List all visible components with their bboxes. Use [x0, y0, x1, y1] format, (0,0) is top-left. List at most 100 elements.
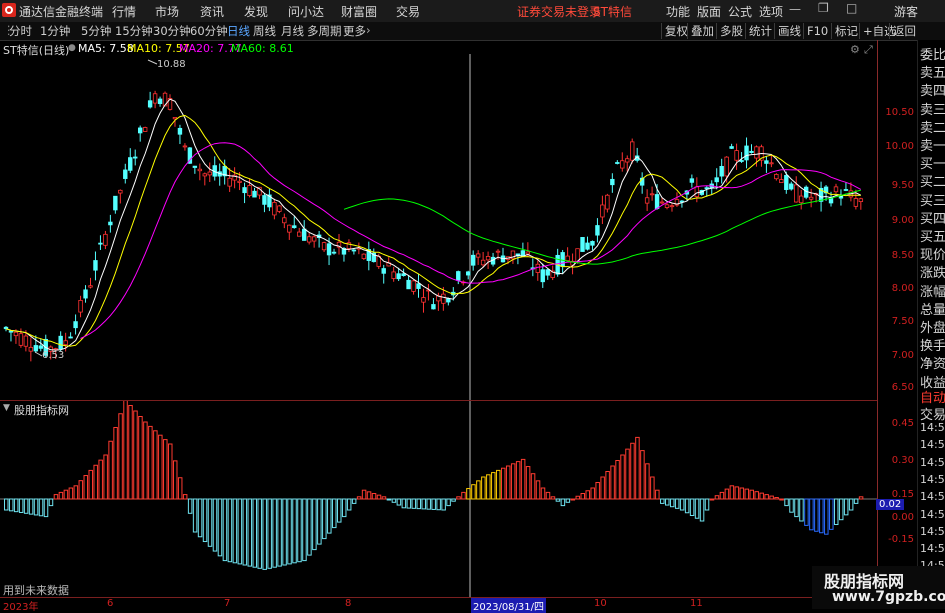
action-duogu[interactable]: 多股 — [716, 23, 746, 39]
price-tick: 7.50 — [891, 316, 914, 327]
menu-item-faxian[interactable]: 发现 — [244, 3, 268, 20]
indicator-bar — [794, 498, 799, 518]
candle-body — [446, 298, 451, 303]
indicator-bar — [605, 471, 610, 500]
low-pointer — [34, 351, 43, 357]
period-30min[interactable]: 30分钟 — [153, 23, 191, 39]
indicator-bar — [769, 495, 774, 500]
indicator-tick: 0.45 — [891, 418, 914, 429]
indicator-bar — [212, 498, 218, 552]
minimize-icon[interactable]: — — [789, 2, 801, 16]
menu-item-zixun[interactable]: 资讯 — [200, 3, 224, 20]
menu-item-gongshi[interactable]: 公式 — [728, 3, 752, 20]
indicator-bar — [312, 498, 317, 551]
indicator-bar — [53, 494, 59, 500]
candle-body — [799, 195, 804, 204]
restore-icon[interactable]: ❐ — [818, 1, 829, 15]
more-chevron-icon[interactable]: › — [366, 23, 371, 37]
indicator-bar — [4, 498, 9, 511]
candlestick-svg[interactable] — [0, 40, 877, 400]
candle-body — [311, 236, 317, 242]
candle-body — [470, 254, 476, 266]
indicator-bar — [307, 498, 312, 556]
period-multi[interactable]: 多周期 — [307, 23, 342, 39]
period-weekly[interactable]: 周线 — [253, 23, 276, 39]
login-status[interactable]: 证券交易未登录 — [517, 3, 601, 20]
candle-body — [485, 256, 491, 261]
indicator-bar — [660, 498, 665, 504]
period-15min[interactable]: 15分钟 — [115, 23, 153, 39]
candle-body — [83, 289, 88, 299]
indicator-bar — [8, 498, 14, 512]
period-1min[interactable]: 1分钟 — [40, 23, 70, 39]
candle-body — [744, 145, 749, 161]
candle-body — [525, 251, 531, 255]
candle-body — [659, 201, 665, 204]
indicator-bar — [853, 498, 859, 504]
candle-body — [475, 253, 481, 258]
indicator-bar — [222, 498, 228, 562]
period-monthly[interactable]: 月线 — [281, 23, 304, 39]
period-60min[interactable]: 60分钟 — [190, 23, 228, 39]
indicator-bar — [371, 493, 377, 500]
indicator-bar — [565, 498, 571, 503]
future-data-note: 用到未来数据 — [3, 584, 69, 597]
menu-item-caifuquan[interactable]: 财富圈 — [341, 3, 377, 20]
side-time: 14:56 — [920, 472, 945, 486]
menu-item-shichang[interactable]: 市场 — [155, 3, 179, 20]
indicator-bar — [426, 498, 431, 510]
candle-body — [858, 198, 864, 202]
guest-label[interactable]: 游客 — [894, 3, 918, 20]
indicator-bar — [570, 498, 576, 501]
indicator-bar — [341, 498, 347, 518]
action-diejia[interactable]: 叠加 — [687, 23, 717, 39]
chart-expand-icon[interactable]: ⤢ — [864, 43, 873, 57]
indicator-bar — [98, 459, 103, 500]
chart-settings-icon[interactable]: ⚙ — [850, 43, 860, 56]
indicator-svg[interactable] — [0, 401, 877, 597]
period-fenshi[interactable]: 分时 — [9, 23, 32, 39]
indicator-bar — [535, 480, 541, 500]
menu-item-wenxiaoda[interactable]: 问小达 — [288, 3, 324, 20]
indicator-bar — [819, 498, 824, 534]
candle-body — [331, 251, 337, 254]
period-more[interactable]: 更多 — [343, 23, 366, 39]
action-tongji[interactable]: 统计 — [745, 23, 775, 39]
candle-body — [38, 345, 43, 349]
watermark-url: www.7gpzb.com — [832, 589, 945, 605]
candle-body — [495, 250, 501, 253]
indicator-bar — [684, 498, 690, 514]
action-back[interactable]: 返回 — [889, 23, 919, 39]
indicator-chart[interactable]: ▼ 股朋指标网 用到未来数据 — [0, 401, 877, 597]
indicator-bar — [182, 494, 188, 500]
period-daily[interactable]: 日线 — [227, 23, 250, 39]
candle-body — [3, 326, 9, 330]
indicator-bar — [674, 498, 680, 509]
indicator-bar — [168, 443, 173, 500]
menu-item-hangqing[interactable]: 行情 — [112, 3, 136, 20]
period-toolbar: ⋮ 分时 1分钟 5分钟 15分钟 30分钟 60分钟 日线 周线 月线 多周期… — [0, 22, 945, 41]
indicator-menu-icon[interactable]: ▼ — [3, 403, 10, 413]
action-biaoji[interactable]: 标记 — [831, 23, 861, 39]
action-f10[interactable]: F10 — [803, 23, 831, 39]
candlestick-chart[interactable]: ST特信(日线) ● MA5: 7.58 MA10: 7.57 MA20: 7.… — [0, 40, 877, 400]
maximize-icon[interactable]: □ — [846, 1, 857, 15]
side-time: 14:56 — [920, 490, 945, 504]
side-time: 14:56 — [920, 524, 945, 538]
action-huaxian[interactable]: 画线 — [774, 23, 804, 39]
menu-item-jiaoyi[interactable]: 交易 — [396, 3, 420, 20]
candle-body — [580, 237, 585, 252]
menu-item-banmian[interactable]: 版面 — [697, 3, 721, 20]
candle-body — [843, 189, 849, 191]
menu-item-xuanxiang[interactable]: 选项 — [759, 3, 783, 20]
indicator-bar — [336, 498, 342, 523]
indicator-bar — [297, 498, 302, 563]
side-item-3: 卖三 — [920, 102, 945, 118]
side-item-2: 卖四 — [920, 84, 945, 100]
settings-dot-icon[interactable]: ● — [68, 43, 76, 53]
period-5min[interactable]: 5分钟 — [81, 23, 111, 39]
candle-body — [277, 205, 282, 212]
indicator-bar — [843, 498, 849, 516]
menu-item-gongneng[interactable]: 功能 — [666, 3, 690, 20]
indicator-bar — [595, 482, 600, 500]
